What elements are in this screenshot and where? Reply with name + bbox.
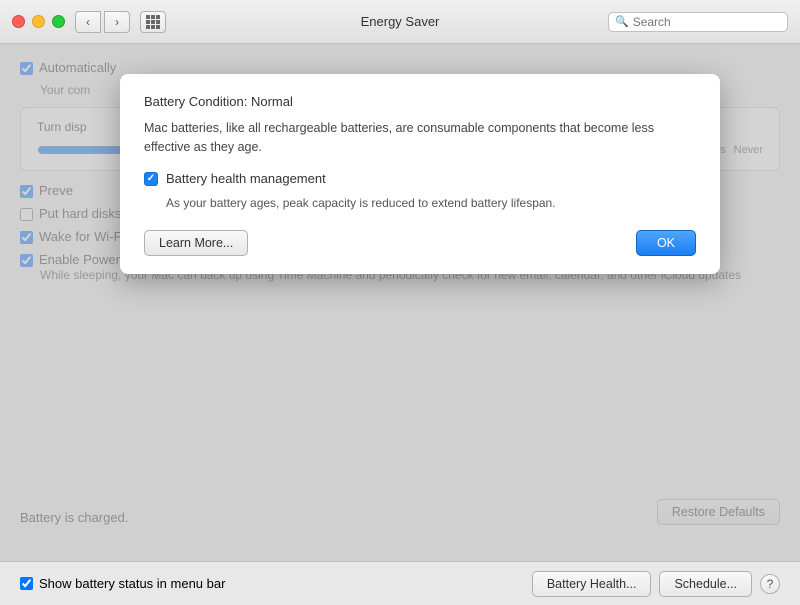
battery-health-checkbox[interactable]	[144, 172, 158, 186]
popup-buttons: Learn More... OK	[144, 230, 696, 256]
schedule-button[interactable]: Schedule...	[659, 571, 752, 597]
popup-dialog: Battery Condition: Normal Mac batteries,…	[120, 74, 720, 274]
popup-checkbox-row: Battery health management	[144, 171, 696, 186]
popup-condition-label: Battery Condition:	[144, 94, 247, 109]
ok-button[interactable]: OK	[636, 230, 696, 256]
popup-condition-row: Battery Condition: Normal	[144, 94, 696, 109]
popup-description: Mac batteries, like all rechargeable bat…	[144, 119, 696, 157]
show-battery-label: Show battery status in menu bar	[39, 576, 225, 591]
title-bar: ‹ › Energy Saver 🔍	[0, 0, 800, 44]
popup-checkbox-description: As your battery ages, peak capacity is r…	[166, 194, 696, 212]
grid-button[interactable]	[140, 11, 166, 33]
show-battery-checkbox[interactable]	[20, 577, 33, 590]
main-content: Automatically Your com Turn disp hrs Nev…	[0, 44, 800, 605]
back-button[interactable]: ‹	[75, 11, 101, 33]
window-title: Energy Saver	[361, 14, 440, 29]
traffic-lights	[12, 15, 65, 28]
grid-icon	[146, 15, 160, 29]
forward-button[interactable]: ›	[104, 11, 130, 33]
footer-right: Battery Health... Schedule... ?	[532, 571, 780, 597]
popup-condition-value: Normal	[251, 94, 293, 109]
minimize-button[interactable]	[32, 15, 45, 28]
search-box[interactable]: 🔍	[608, 12, 788, 32]
learn-more-button[interactable]: Learn More...	[144, 230, 248, 256]
maximize-button[interactable]	[52, 15, 65, 28]
search-input[interactable]	[633, 15, 781, 29]
search-icon: 🔍	[615, 15, 629, 28]
battery-health-button[interactable]: Battery Health...	[532, 571, 652, 597]
footer-bar: Show battery status in menu bar Battery …	[0, 561, 800, 605]
show-battery-row: Show battery status in menu bar	[20, 576, 225, 591]
popup-checkbox-label: Battery health management	[166, 171, 326, 186]
help-button[interactable]: ?	[760, 574, 780, 594]
close-button[interactable]	[12, 15, 25, 28]
nav-buttons: ‹ ›	[75, 11, 130, 33]
